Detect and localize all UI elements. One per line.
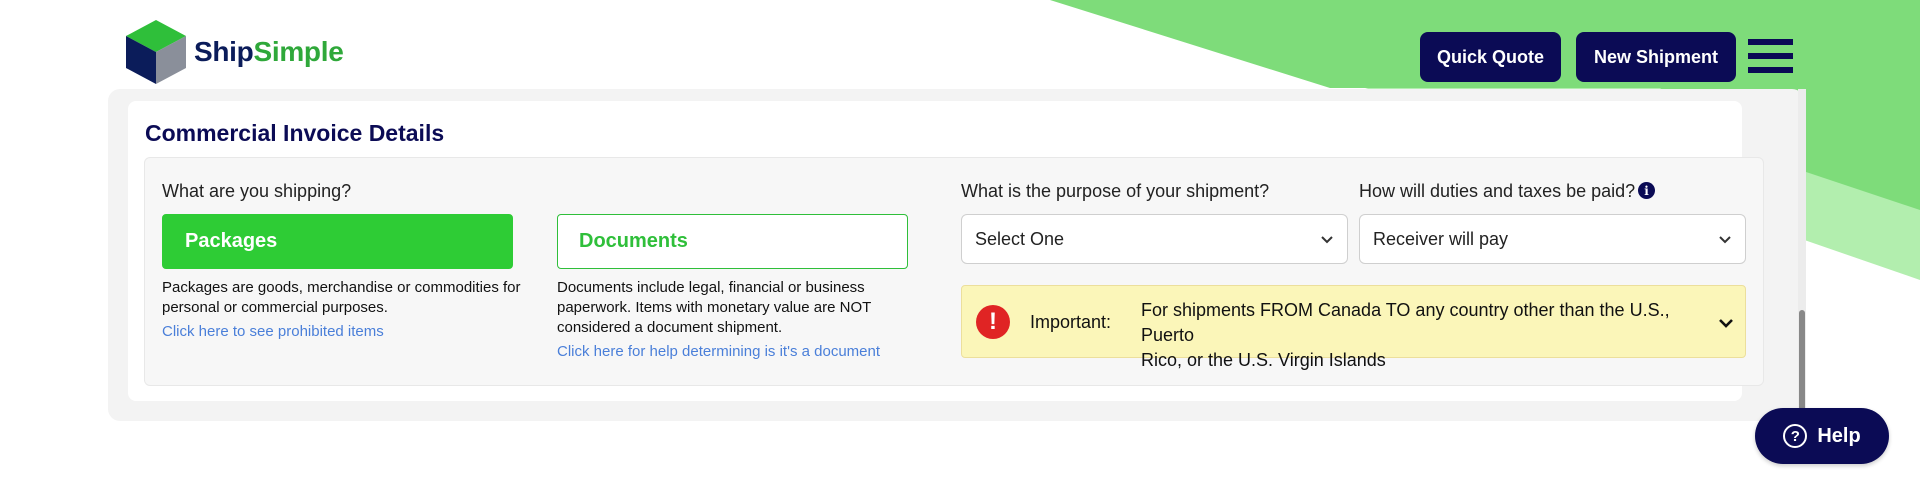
documents-desc-line-1: Documents include legal, financial or bu… xyxy=(557,279,865,296)
notice-text: For shipments FROM Canada TO any country… xyxy=(1141,298,1706,373)
chevron-down-icon xyxy=(1321,236,1333,244)
documents-desc-line-3: considered a document shipment. xyxy=(557,319,783,336)
documents-option[interactable]: Documents xyxy=(557,214,908,269)
help-button[interactable]: ? Help xyxy=(1755,408,1889,464)
purpose-select-value: Select One xyxy=(975,228,1065,249)
documents-desc-line-2: paperwork. Items with monetary value are… xyxy=(557,299,872,316)
packages-desc-line-2: personal or commercial purposes. xyxy=(162,299,388,316)
document-help-link[interactable]: Click here for help determining is it's … xyxy=(557,343,880,360)
documents-description: Documents include legal, financial or bu… xyxy=(557,278,917,338)
packages-option[interactable]: Packages xyxy=(162,214,513,269)
scrollbar-thumb[interactable] xyxy=(1799,310,1805,420)
packages-desc-line-1: Packages are goods, merchandise or commo… xyxy=(162,279,521,296)
purpose-question: What is the purpose of your shipment? xyxy=(961,181,1270,201)
notice-text-line-1: For shipments FROM Canada TO any country… xyxy=(1141,300,1670,345)
notice-text-line-2: Rico, or the U.S. Virgin Islands xyxy=(1141,350,1386,370)
packages-description: Packages are goods, merchandise or commo… xyxy=(162,278,542,318)
question-icon: ? xyxy=(1783,424,1808,448)
brand-name: ShipSimple xyxy=(194,36,344,68)
brand-simple: Simple xyxy=(253,36,344,67)
brand-ship: Ship xyxy=(194,36,254,67)
new-shipment-button[interactable]: New Shipment xyxy=(1576,32,1736,82)
shipsimple-logo[interactable]: ShipSimple xyxy=(124,18,344,86)
cube-logo-icon xyxy=(126,20,186,84)
chevron-down-icon[interactable] xyxy=(1717,314,1735,332)
chevron-down-icon xyxy=(1719,236,1731,244)
quick-quote-button[interactable]: Quick Quote xyxy=(1420,32,1561,82)
prohibited-items-link[interactable]: Click here to see prohibited items xyxy=(162,323,384,340)
shipping-type-question: What are you shipping? xyxy=(162,181,352,201)
alert-icon: ! xyxy=(976,305,1010,339)
section-title: Commercial Invoice Details xyxy=(145,120,445,146)
purpose-select[interactable]: Select One xyxy=(961,214,1348,264)
important-notice[interactable]: ! Important: For shipments FROM Canada T… xyxy=(961,285,1746,370)
info-icon[interactable]: i xyxy=(1638,182,1655,199)
duties-select-value: Receiver will pay xyxy=(1373,228,1509,249)
duties-question: How will duties and taxes be paid? xyxy=(1359,181,1636,201)
help-label: Help xyxy=(1817,424,1861,447)
notice-label: Important: xyxy=(1030,312,1112,332)
hamburger-menu-icon[interactable] xyxy=(1748,39,1793,73)
duties-select[interactable]: Receiver will pay xyxy=(1359,214,1746,264)
